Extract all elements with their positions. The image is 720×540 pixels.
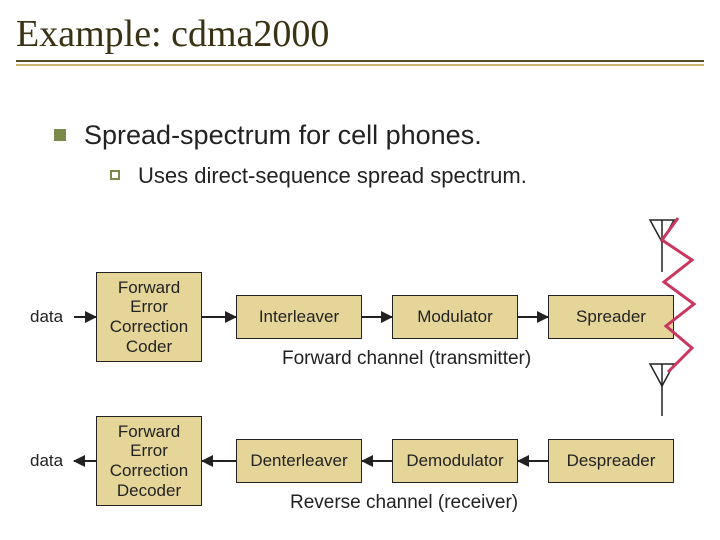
bullet-level1-text: Spread-spectrum for cell phones. [84, 120, 482, 151]
bullet-hollow-square-icon [110, 170, 120, 180]
box-modulator: Modulator [392, 295, 518, 339]
bullet-level2: Uses direct-sequence spread spectrum. [110, 163, 704, 189]
box-fec-coder: Forward Error Correction Coder [96, 272, 202, 362]
data-label-reverse: data [30, 451, 74, 471]
arrow-left-icon [202, 460, 236, 462]
arrow-right-icon [518, 316, 548, 318]
forward-caption: Forward channel (transmitter) [282, 348, 531, 370]
arrow-right-icon [74, 316, 96, 318]
box-demodulator: Demodulator [392, 439, 518, 483]
bullet-level2-text: Uses direct-sequence spread spectrum. [138, 163, 527, 189]
reverse-caption: Reverse channel (receiver) [290, 492, 518, 514]
box-despreader: Despreader [548, 439, 674, 483]
arrow-right-icon [202, 316, 236, 318]
data-label-forward: data [30, 307, 74, 327]
title-underline-dark [16, 60, 704, 62]
bullet-level1: Spread-spectrum for cell phones. [54, 120, 704, 151]
arrow-left-icon [74, 460, 96, 462]
slide-title: Example: cdma2000 [16, 12, 704, 60]
bullet-square-icon [54, 129, 66, 141]
arrow-right-icon [362, 316, 392, 318]
box-fec-decoder: Forward Error Correction Decoder [96, 416, 202, 506]
box-deinterleaver: Denterleaver [236, 439, 362, 483]
arrow-left-icon [362, 460, 392, 462]
title-underline-gold [16, 64, 704, 66]
arrow-left-icon [518, 460, 548, 462]
box-interleaver: Interleaver [236, 295, 362, 339]
signal-zigzag-icon [654, 210, 700, 390]
